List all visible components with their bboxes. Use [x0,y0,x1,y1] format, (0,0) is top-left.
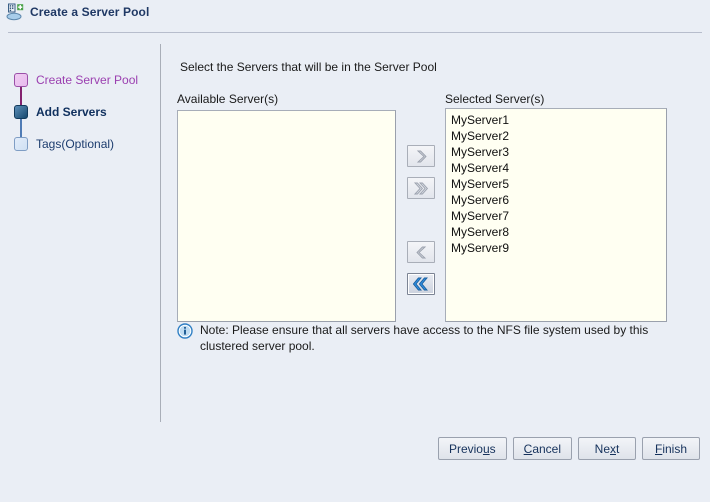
sidebar-step-label: Create Server Pool [36,73,139,87]
note-text: Note: Please ensure that all servers hav… [200,323,649,353]
sidebar-step-add-servers[interactable]: Add Servers [14,96,138,128]
list-item[interactable]: MyServer5 [446,176,666,192]
step-marker-icon [14,105,28,119]
move-right-button[interactable] [407,145,435,167]
list-item[interactable]: MyServer1 [446,112,666,128]
selected-servers-label: Selected Server(s) [445,92,545,106]
list-item[interactable]: MyServer9 [446,240,666,256]
previous-button[interactable]: Previo u s [437,437,507,460]
footer-button-row: Previo u s Cancel Ne x t Finish [437,437,700,460]
note-row: Note: Please ensure that all servers hav… [177,322,672,354]
window-title: Create a Server Pool [30,5,150,19]
available-servers-label: Available Server(s) [177,92,279,106]
list-item[interactable]: MyServer6 [446,192,666,208]
next-button[interactable]: Ne x t [578,437,636,460]
single-chevron-left-icon [415,246,426,258]
sidebar-step-label: Tags(Optional) [36,137,115,151]
list-item[interactable]: MyServer3 [446,144,666,160]
move-all-right-button[interactable] [407,177,435,199]
selected-servers-listbox[interactable]: MyServer1 MyServer2 MyServer3 MyServer4 MySe… [445,108,667,322]
info-icon [177,323,193,339]
window-titlebar: Create a Server Pool [0,0,710,24]
step-marker-icon [14,137,28,151]
instruction-text: Select the Servers that will be in the S… [180,60,437,74]
move-all-left-button[interactable] [407,273,435,295]
sidebar-step-label: Add Servers [36,105,107,119]
single-chevron-right-icon [416,150,427,162]
available-servers-listbox[interactable] [177,110,396,322]
selected-servers-items: MyServer1 MyServer2 MyServer3 MyServer4 MySe… [446,109,666,256]
sidebar-step-tags-optional[interactable]: Tags(Optional) [14,128,138,160]
finish-button[interactable]: Finish [642,437,700,460]
transfer-button-spacer [407,209,435,231]
double-chevron-right-icon [413,182,428,194]
sidebar-step-create-server-pool[interactable]: Create Server Pool [14,64,138,96]
list-item[interactable]: MyServer8 [446,224,666,240]
list-item[interactable]: MyServer7 [446,208,666,224]
footer-bar: Previo u s Cancel Ne x t Finish [0,432,710,502]
wizard-step-sidebar: Create Server Pool Add Servers Tags(Opti… [0,40,160,422]
transfer-button-group [405,145,439,305]
main-content-panel: Select the Servers that will be in the S… [161,40,710,422]
create-server-pool-icon [6,3,24,21]
list-item[interactable]: MyServer4 [446,160,666,176]
list-item[interactable]: MyServer2 [446,128,666,144]
move-left-button[interactable] [407,241,435,263]
available-servers-items [178,111,395,114]
wizard-step-list: Create Server Pool Add Servers Tags(Opti… [14,64,138,160]
titlebar-divider [8,32,702,33]
cancel-button[interactable]: Cancel [512,437,572,460]
step-marker-icon [14,73,28,87]
double-chevron-left-icon [413,277,428,291]
